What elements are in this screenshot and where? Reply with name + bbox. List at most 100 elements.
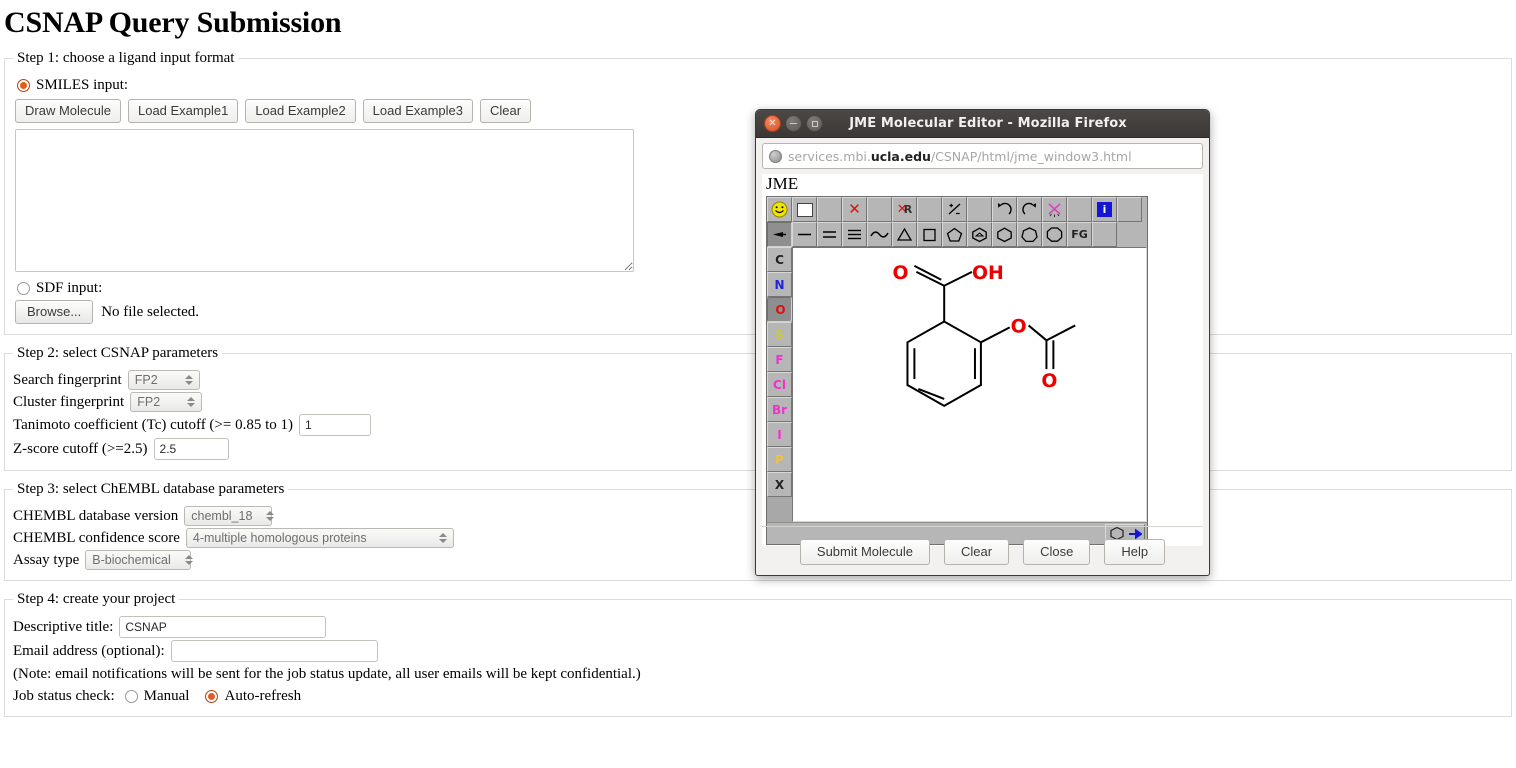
window-close-icon[interactable]: ✕ — [764, 115, 781, 132]
submit-molecule-button[interactable]: Submit Molecule — [799, 539, 931, 565]
delete-icon[interactable]: ✕ — [842, 197, 867, 222]
atom-label-O: O — [775, 302, 786, 317]
toolbar-blank-2[interactable] — [867, 197, 892, 222]
square-ring-icon[interactable] — [917, 222, 942, 247]
confidence-select[interactable]: 4-multiple homologous proteins — [185, 528, 454, 548]
job-status-label: Job status check: — [13, 688, 115, 704]
descriptive-title-input[interactable] — [119, 616, 327, 638]
atom-button-F[interactable]: F — [767, 347, 792, 372]
jme-toolbar-row-2: FG — [767, 222, 1147, 247]
single-bond-icon[interactable] — [792, 222, 817, 247]
confidence-label: CHEMBL confidence score — [13, 530, 180, 546]
charge-icon[interactable] — [942, 197, 967, 222]
redo-icon[interactable] — [1017, 197, 1042, 222]
atom-button-I[interactable]: I — [767, 422, 792, 447]
functional-group-icon[interactable]: FG — [1067, 222, 1092, 247]
url-prefix: services.mbi. — [788, 148, 871, 164]
zscore-input[interactable] — [153, 438, 229, 460]
atom-button-C[interactable]: C — [767, 247, 792, 272]
molecule-canvas[interactable]: O OH O O — [792, 247, 1147, 522]
jme-window-title: JME Molecular Editor - Mozilla Firefox — [849, 116, 1127, 131]
atom-button-Cl[interactable]: Cl — [767, 372, 792, 397]
toolbar-blank-6[interactable] — [1117, 197, 1142, 222]
manual-radio[interactable] — [124, 689, 138, 703]
assay-type-label: Assay type — [13, 552, 80, 568]
triangle-ring-icon[interactable] — [892, 222, 917, 247]
atom-label-S: S — [775, 327, 784, 342]
jme-help-button[interactable]: Help — [1104, 539, 1166, 565]
smiles-textarea[interactable] — [15, 129, 634, 272]
toolbar-blank-7[interactable] — [1092, 222, 1117, 247]
toolbar-row2-spacer — [1142, 222, 1147, 247]
window-maximize-icon[interactable] — [806, 115, 823, 132]
delete-group-icon[interactable]: ✕ R — [892, 197, 917, 222]
smiles-input-option[interactable]: SMILES input: — [13, 75, 1503, 95]
jme-url-bar[interactable]: services.mbi. ucla.edu /CSNAP/html/jme_w… — [762, 143, 1203, 169]
assay-type-select[interactable]: B-biochemical — [85, 550, 193, 570]
clean-icon[interactable] — [1042, 197, 1067, 222]
url-path: /CSNAP/html/jme_window3.html — [930, 148, 1132, 164]
info-icon[interactable]: i — [1092, 197, 1117, 222]
toolbar-blank-5[interactable] — [1067, 197, 1092, 222]
load-example1-button[interactable]: Load Example1 — [127, 99, 239, 123]
step4-fieldset: Step 4: create your project Descriptive … — [4, 591, 1512, 717]
toolbar-blank-3[interactable] — [917, 197, 942, 222]
chain-icon[interactable] — [867, 222, 892, 247]
autorefresh-radio[interactable] — [205, 689, 219, 703]
new-molecule-icon[interactable] — [792, 197, 817, 222]
smiley-icon[interactable] — [767, 197, 792, 222]
search-fingerprint-select[interactable]: FP2 — [127, 370, 200, 390]
window-minimize-icon[interactable] — [785, 115, 802, 132]
sdf-radio[interactable] — [17, 281, 30, 295]
atom-button-P[interactable]: P — [767, 447, 792, 472]
undo-icon[interactable] — [992, 197, 1017, 222]
browse-button[interactable]: Browse... — [15, 300, 94, 324]
atom-label-ester-carbonyl-o: O — [1041, 370, 1057, 392]
confidence-value: 4-multiple homologous proteins — [192, 531, 367, 545]
file-status-text: No file selected. — [101, 304, 200, 320]
jme-clear-button[interactable]: Clear — [944, 539, 1010, 565]
assay-type-value: B-biochemical — [92, 553, 171, 567]
db-version-select[interactable]: chembl_18 — [184, 506, 275, 526]
cluster-fingerprint-select[interactable]: FP2 — [130, 392, 203, 412]
cluster-fingerprint-label: Cluster fingerprint — [13, 394, 125, 410]
furan-ring-icon[interactable] — [967, 222, 992, 247]
heptagon-ring-icon[interactable] — [1017, 222, 1042, 247]
atom-button-O[interactable]: O — [767, 297, 792, 322]
atom-button-X[interactable]: X — [767, 472, 792, 497]
jme-footer-divider — [762, 526, 1203, 527]
draw-molecule-button[interactable]: Draw Molecule — [15, 99, 121, 123]
spinner-arrows-icon — [264, 511, 276, 521]
db-version-label: CHEMBL database version — [13, 508, 179, 524]
smiles-radio[interactable] — [17, 78, 30, 92]
url-domain: ucla.edu — [870, 148, 931, 164]
atom-button-Br[interactable]: Br — [767, 397, 792, 422]
spinner-arrows-icon — [183, 375, 195, 385]
jme-titlebar[interactable]: ✕ JME Molecular Editor - Mozilla Firefox — [756, 110, 1209, 138]
tanimoto-input[interactable] — [299, 414, 372, 436]
double-bond-icon[interactable] — [817, 222, 842, 247]
toolbar-blank-4[interactable] — [967, 197, 992, 222]
triple-bond-icon[interactable] — [842, 222, 867, 247]
pentagon-ring-icon[interactable] — [942, 222, 967, 247]
atom-label-I: I — [777, 427, 782, 442]
jme-page-body: JME ✕ ✕ R i FG C N O S F Cl Br I P X O O… — [762, 174, 1203, 546]
email-note-text: (Note: email notifications will be sent … — [13, 666, 641, 682]
load-example3-button[interactable]: Load Example3 — [362, 99, 474, 123]
stereo-bond-icon[interactable] — [767, 222, 792, 247]
jme-editor-window[interactable]: ✕ JME Molecular Editor - Mozilla Firefox… — [755, 109, 1210, 576]
jme-applet[interactable]: ✕ ✕ R i FG C N O S F Cl Br I P X O OH O … — [766, 196, 1148, 545]
zscore-label: Z-score cutoff (>=2.5) — [13, 441, 148, 457]
jme-close-button[interactable]: Close — [1023, 539, 1091, 565]
search-fingerprint-label: Search fingerprint — [13, 372, 122, 388]
step3-legend: Step 3: select ChEMBL database parameter… — [17, 481, 285, 497]
clear-button[interactable]: Clear — [480, 99, 532, 123]
autorefresh-label: Auto-refresh — [224, 688, 302, 704]
load-example2-button[interactable]: Load Example2 — [245, 99, 356, 123]
email-input[interactable] — [170, 640, 378, 662]
octagon-ring-icon[interactable] — [1042, 222, 1067, 247]
toolbar-blank-1[interactable] — [817, 197, 842, 222]
atom-button-N[interactable]: N — [767, 272, 792, 297]
atom-button-S[interactable]: S — [767, 322, 792, 347]
hexagon-ring-icon[interactable] — [992, 222, 1017, 247]
